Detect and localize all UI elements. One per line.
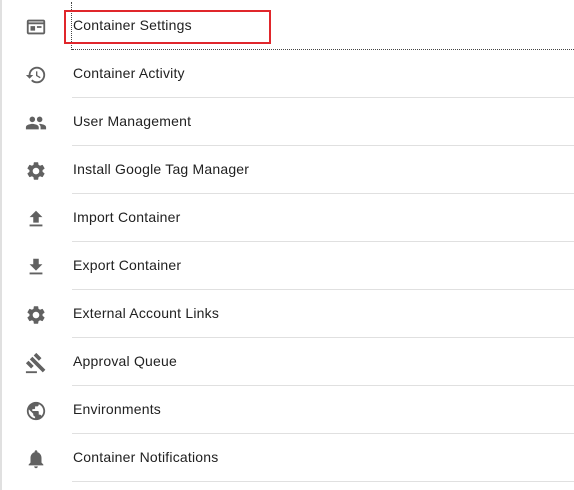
gavel-icon	[25, 352, 47, 374]
menu-item-container-activity[interactable]: Container Activity	[0, 50, 574, 98]
menu-item-export-container[interactable]: Export Container	[0, 242, 574, 290]
gear-icon	[25, 304, 47, 326]
menu-item-label: Export Container	[73, 257, 182, 273]
menu-item-label: Container Notifications	[73, 449, 219, 465]
menu-item-label: External Account Links	[73, 305, 220, 321]
divider	[72, 481, 574, 482]
menu-item-label: Environments	[73, 401, 161, 417]
menu-item-environments[interactable]: Environments	[0, 386, 574, 434]
focus-outline	[71, 2, 72, 50]
menu-item-import-container[interactable]: Import Container	[0, 194, 574, 242]
menu-item-label: Install Google Tag Manager	[73, 161, 250, 177]
menu-item-user-management[interactable]: User Management	[0, 98, 574, 146]
menu-item-approval-queue[interactable]: Approval Queue	[0, 338, 574, 386]
menu-item-label: Container Activity	[73, 65, 185, 81]
globe-icon	[25, 400, 47, 422]
container-settings-icon	[25, 16, 47, 38]
menu-item-container-settings[interactable]: Container Settings	[0, 2, 574, 50]
bell-icon	[25, 448, 47, 470]
menu-item-install-gtm[interactable]: Install Google Tag Manager	[0, 146, 574, 194]
upload-icon	[25, 208, 47, 230]
gear-icon	[25, 160, 47, 182]
admin-menu: Container Settings Container Activity Us…	[0, 2, 574, 482]
menu-item-container-notifications[interactable]: Container Notifications	[0, 434, 574, 482]
menu-item-label: Import Container	[73, 209, 181, 225]
download-icon	[25, 256, 47, 278]
menu-item-label: Container Settings	[73, 17, 192, 33]
menu-item-label: Approval Queue	[73, 353, 177, 369]
menu-item-external-account-links[interactable]: External Account Links	[0, 290, 574, 338]
history-icon	[25, 64, 47, 86]
people-icon	[25, 112, 47, 134]
menu-item-label: User Management	[73, 113, 192, 129]
